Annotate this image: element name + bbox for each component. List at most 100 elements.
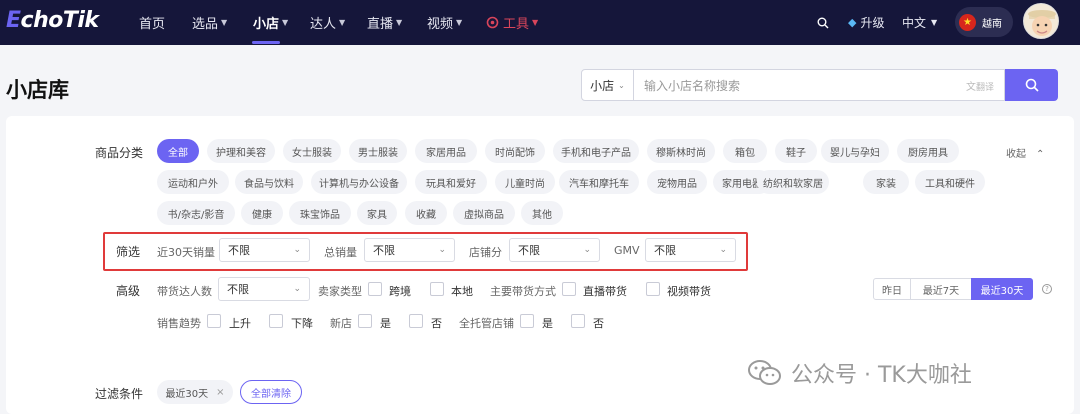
page-title: 小店库	[6, 78, 69, 102]
influencers-select[interactable]: 不限 ⌄	[218, 277, 310, 301]
total-sales-select[interactable]: 不限 ⌄	[364, 238, 455, 262]
new-shop-label: 新店	[330, 317, 352, 330]
category-chip[interactable]: 健康	[241, 201, 283, 225]
upgrade-link[interactable]: ◆ 升级	[848, 0, 884, 45]
category-chip[interactable]: 儿童时尚	[495, 170, 555, 194]
nav-shops[interactable]: 小店 ▼	[253, 0, 288, 45]
chevron-down-icon: ▼	[532, 18, 539, 27]
nav-home[interactable]: 首页	[139, 0, 165, 45]
tools-icon	[486, 16, 499, 29]
sales-30d-label: 近30天销量	[157, 246, 215, 259]
chevron-down-icon: ▼	[282, 18, 289, 27]
trend-option: 下降	[291, 317, 313, 330]
top-nav-bar: EchoTik 首页 选品 ▼ 小店 ▼ 达人 ▼ 直播 ▼ 视频 ▼ 工具 ▼ ◆ 升级 中…	[0, 0, 1080, 45]
category-chip[interactable]: 婴儿与孕妇	[821, 139, 889, 163]
screen-label: 筛选	[116, 245, 141, 259]
chevron-down-icon: ⌄	[293, 245, 301, 255]
search-button[interactable]	[1005, 69, 1058, 101]
category-chip[interactable]: 纺织和软家居	[757, 170, 829, 194]
shop-score-select[interactable]: 不限 ⌄	[509, 238, 600, 262]
category-chip[interactable]: 虚拟商品	[453, 201, 515, 225]
trend-option: 上升	[229, 317, 251, 330]
wechat-icon	[748, 360, 781, 385]
category-chip[interactable]: 鞋子	[775, 139, 817, 163]
collapse-toggle[interactable]: 收起 ⌃	[1006, 145, 1044, 160]
category-chip[interactable]: 家装	[863, 170, 909, 194]
managed-label: 全托管店铺	[459, 317, 514, 330]
new-shop-option: 否	[431, 317, 442, 330]
gmv-select[interactable]: 不限 ⌄	[645, 238, 736, 262]
category-chip[interactable]: 穆斯林时尚	[647, 139, 715, 163]
method-label: 主要带货方式	[490, 285, 556, 298]
managed-option: 否	[593, 317, 604, 330]
search-scope-select[interactable]: 小店 ⌄	[582, 70, 634, 100]
trend-down-checkbox[interactable]	[269, 314, 283, 328]
clear-all-button[interactable]: 全部清除	[240, 380, 302, 404]
nav-creators[interactable]: 达人 ▼	[310, 0, 345, 45]
range-30d[interactable]: 最近30天	[971, 278, 1033, 300]
category-chip[interactable]: 工具和硬件	[915, 170, 985, 194]
method-option: 视频带货	[667, 285, 711, 298]
category-chip[interactable]: 手机和电子产品	[553, 139, 639, 163]
new-shop-yes-checkbox[interactable]	[358, 314, 372, 328]
country-selector[interactable]: ★ 越南	[955, 7, 1013, 37]
category-chip[interactable]: 收藏	[405, 201, 447, 225]
seller-type-option: 本地	[451, 285, 473, 298]
new-shop-no-checkbox[interactable]	[409, 314, 423, 328]
nav-videos[interactable]: 视频 ▼	[427, 0, 462, 45]
gmv-label: GMV	[614, 244, 640, 257]
user-avatar[interactable]	[1023, 3, 1059, 39]
diamond-icon: ◆	[848, 16, 857, 29]
chevron-down-icon: ⌄	[719, 245, 727, 255]
vietnam-flag-icon: ★	[959, 13, 976, 31]
method-live-checkbox[interactable]	[562, 282, 576, 296]
category-chip[interactable]: 家居用品	[415, 139, 477, 163]
range-7d[interactable]: 最近7天	[910, 278, 972, 300]
nav-products[interactable]: 选品 ▼	[192, 0, 227, 45]
category-chip[interactable]: 计算机与办公设备	[311, 170, 407, 194]
category-chip[interactable]: 护理和美容	[207, 139, 275, 163]
category-chip[interactable]: 珠宝饰品	[289, 201, 351, 225]
language-select[interactable]: 中文 ▼	[902, 0, 937, 45]
chevron-down-icon: ⌄	[438, 245, 446, 255]
managed-no-checkbox[interactable]	[571, 314, 585, 328]
category-chip[interactable]: 宠物用品	[647, 170, 707, 194]
category-chip[interactable]: 男士服装	[349, 139, 407, 163]
trend-label: 销售趋势	[157, 317, 201, 330]
nav-live[interactable]: 直播 ▼	[367, 0, 402, 45]
category-chip[interactable]: 箱包	[723, 139, 767, 163]
category-chip[interactable]: 食品与饮料	[235, 170, 303, 194]
total-sales-label: 总销量	[324, 246, 357, 259]
chevron-down-icon: ▼	[456, 18, 463, 27]
search-icon[interactable]	[817, 0, 829, 45]
seller-type-local-checkbox[interactable]	[430, 282, 444, 296]
caret-down-icon: ▼	[931, 18, 938, 27]
seller-type-crossborder-checkbox[interactable]	[368, 282, 382, 296]
trend-up-checkbox[interactable]	[207, 314, 221, 328]
category-chip[interactable]: 厨房用具	[897, 139, 959, 163]
sales-30d-select[interactable]: 不限 ⌄	[219, 238, 310, 262]
active-filter-tag[interactable]: 最近30天 ×	[157, 380, 233, 404]
category-chip[interactable]: 其他	[521, 201, 563, 225]
category-chip[interactable]: 家具	[357, 201, 397, 225]
category-chip[interactable]: 汽车和摩托车	[559, 170, 639, 194]
chevron-down-icon: ▼	[339, 18, 346, 27]
translate-toggle[interactable]: 文翻译	[966, 78, 994, 93]
category-chip[interactable]: 运动和户外	[157, 170, 229, 194]
seller-type-option: 跨境	[389, 285, 411, 298]
category-chip[interactable]: 时尚配饰	[485, 139, 545, 163]
category-chip[interactable]: 书/杂志/影音	[157, 201, 235, 225]
new-shop-option: 是	[380, 317, 391, 330]
range-yesterday[interactable]: 昨日	[873, 278, 911, 300]
nav-tools[interactable]: 工具 ▼	[486, 0, 538, 45]
managed-yes-checkbox[interactable]	[520, 314, 534, 328]
close-icon[interactable]: ×	[216, 387, 224, 398]
category-chip[interactable]: 玩具和爱好	[415, 170, 487, 194]
help-icon[interactable]: ?	[1042, 284, 1052, 294]
echotik-logo[interactable]: EchoTik	[6, 8, 99, 33]
filter-conditions-label: 过滤条件	[95, 387, 144, 401]
search-input[interactable]: 输入小店名称搜索	[644, 77, 966, 94]
category-chip[interactable]: 全部	[157, 139, 199, 163]
category-chip[interactable]: 女士服装	[283, 139, 341, 163]
method-video-checkbox[interactable]	[646, 282, 660, 296]
